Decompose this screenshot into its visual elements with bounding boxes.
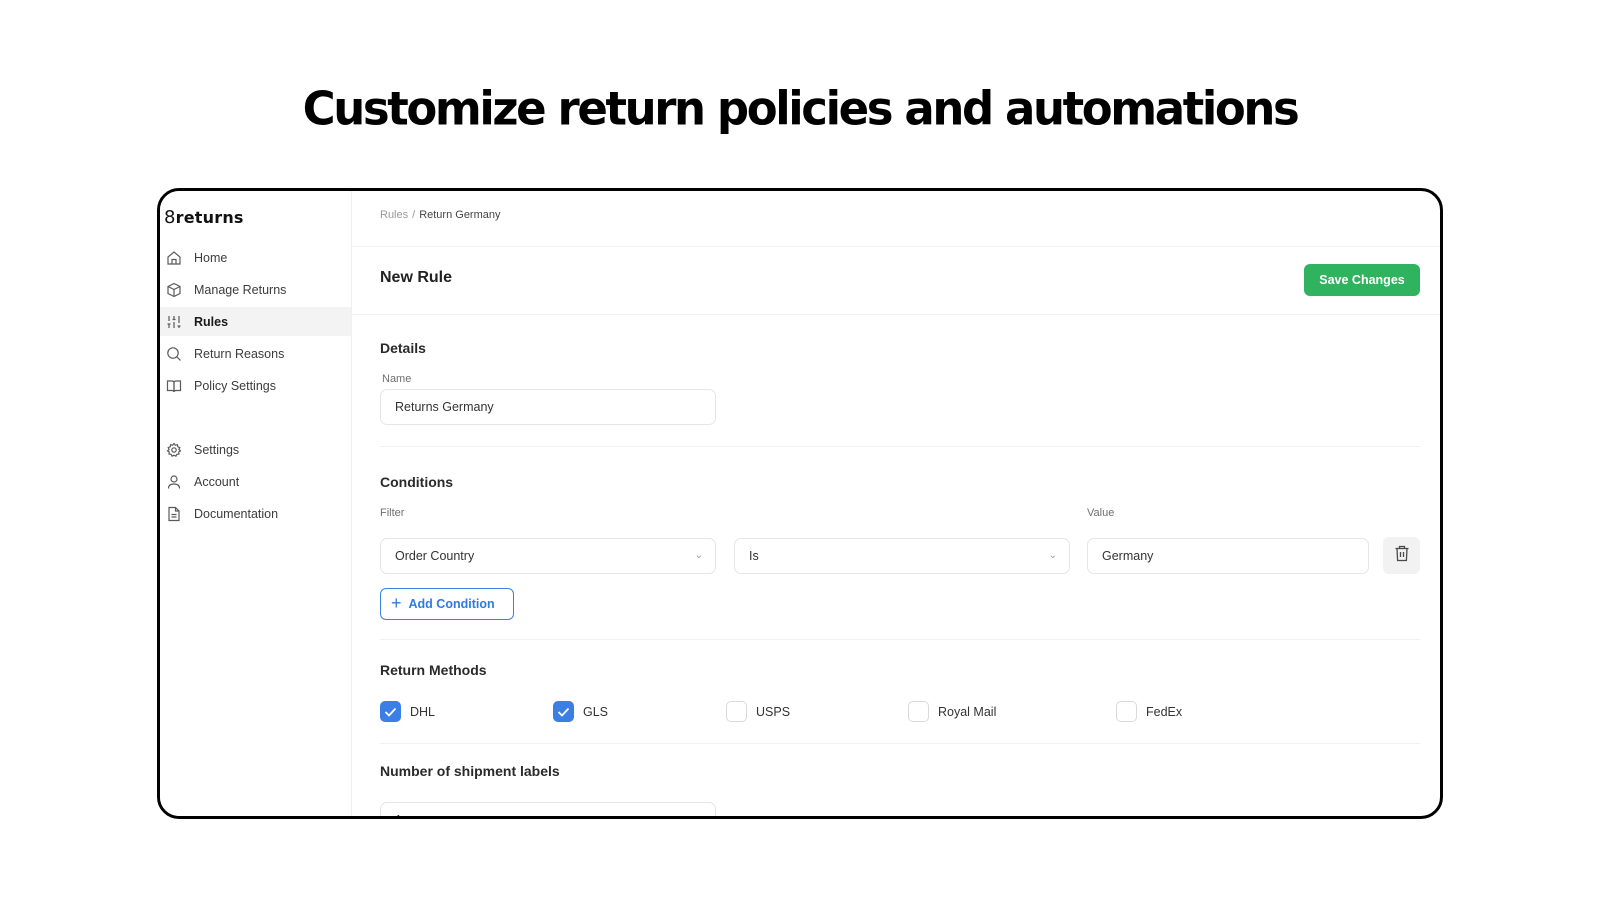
checkbox-label: GLS [583, 704, 609, 719]
value-input-value: Germany [1102, 549, 1154, 563]
add-condition-label: Add Condition [408, 597, 495, 611]
breadcrumb-separator: / [412, 209, 416, 221]
gear-icon [165, 441, 183, 459]
logo-text: returns [175, 208, 244, 227]
name-input[interactable]: Returns Germany [380, 389, 716, 425]
checkbox-label: Royal Mail [938, 704, 997, 719]
filter-label: Filter [380, 507, 405, 519]
conditions-section-title: Conditions [380, 474, 454, 490]
save-changes-button[interactable]: Save Changes [1304, 264, 1420, 296]
section-divider [380, 743, 1420, 744]
checkbox-box[interactable] [553, 701, 574, 722]
name-label: Name [382, 373, 412, 385]
checkbox-box[interactable] [726, 701, 747, 722]
value-label: Value [1087, 507, 1115, 519]
logo-mark: 8 [164, 207, 176, 228]
checkbox-gls[interactable]: GLS [553, 701, 608, 722]
checkbox-dhl[interactable]: DHL [380, 701, 435, 722]
sidebar: 8returns Home Manage Returns Rules Retur… [160, 191, 352, 816]
sliders-icon [165, 313, 183, 331]
checkbox-box[interactable] [1116, 701, 1137, 722]
sidebar-item-return-reasons[interactable]: Return Reasons [160, 339, 351, 368]
operator-select-value: Is [749, 549, 759, 563]
section-divider [380, 639, 1420, 640]
return-methods-section-title: Return Methods [380, 662, 487, 678]
shipment-labels-section-title: Number of shipment labels [380, 763, 560, 779]
sidebar-item-home[interactable]: Home [160, 243, 351, 272]
filter-select[interactable]: Order Country ⌄ [380, 538, 716, 574]
name-input-value: Returns Germany [395, 400, 494, 414]
title-divider [352, 314, 1440, 315]
sidebar-item-label: Policy Settings [194, 378, 276, 393]
page-title: New Rule [380, 269, 453, 286]
value-input[interactable]: Germany [1087, 538, 1369, 574]
sidebar-item-documentation[interactable]: Documentation [160, 499, 351, 528]
chevron-down-icon: ⌄ [694, 550, 703, 561]
filter-select-value: Order Country [395, 549, 475, 563]
checkbox-royal-mail[interactable]: Royal Mail [908, 701, 996, 722]
shipment-labels-input[interactable]: 1 [380, 802, 716, 816]
checkbox-box[interactable] [380, 701, 401, 722]
sidebar-item-label: Account [194, 474, 240, 489]
shipment-labels-value: 1 [395, 813, 402, 816]
sidebar-item-label: Documentation [194, 506, 279, 521]
add-condition-button[interactable]: + Add Condition [380, 588, 514, 620]
operator-select[interactable]: Is ⌄ [734, 538, 1070, 574]
book-icon [165, 377, 183, 395]
sidebar-item-label: Return Reasons [194, 346, 285, 361]
main-content: Rules / Return Germany New Rule Save Chang… [352, 191, 1440, 816]
sidebar-item-label: Home [194, 250, 228, 265]
breadcrumb-rules-link[interactable]: Rules [380, 209, 408, 221]
checkbox-label: USPS [756, 704, 791, 719]
delete-condition-button[interactable] [1383, 537, 1420, 574]
sidebar-item-label: Rules [194, 314, 229, 329]
trash-icon [1394, 545, 1410, 567]
checkbox-box[interactable] [908, 701, 929, 722]
plus-icon: + [391, 593, 402, 613]
breadcrumb: Rules / Return Germany [380, 209, 501, 221]
logo[interactable]: 8returns [164, 207, 244, 228]
document-icon [165, 505, 183, 523]
checkmark-icon [557, 707, 570, 717]
search-icon [165, 345, 183, 363]
chevron-down-icon: ⌄ [1048, 550, 1057, 561]
user-icon [165, 473, 183, 491]
sidebar-item-account[interactable]: Account [160, 467, 351, 496]
sidebar-item-label: Manage Returns [194, 282, 287, 297]
breadcrumb-current: Return Germany [419, 209, 501, 221]
app-window: 8returns Home Manage Returns Rules Retur… [157, 188, 1443, 819]
sidebar-item-policy-settings[interactable]: Policy Settings [160, 371, 351, 400]
box-icon [165, 281, 183, 299]
sidebar-item-rules[interactable]: Rules [160, 307, 351, 336]
details-section-title: Details [380, 340, 426, 356]
sidebar-item-manage-returns[interactable]: Manage Returns [160, 275, 351, 304]
sidebar-item-label: Settings [194, 442, 240, 457]
checkbox-usps[interactable]: USPS [726, 701, 790, 722]
checkbox-fedex[interactable]: FedEx [1116, 701, 1182, 722]
checkmark-icon [384, 707, 397, 717]
section-divider [380, 446, 1420, 447]
header-divider [352, 246, 1440, 247]
sidebar-item-settings[interactable]: Settings [160, 435, 351, 464]
headline: Customize return policies and automation… [302, 81, 1300, 136]
home-icon [165, 249, 183, 267]
checkbox-label: DHL [410, 704, 436, 719]
checkbox-label: FedEx [1146, 704, 1183, 719]
